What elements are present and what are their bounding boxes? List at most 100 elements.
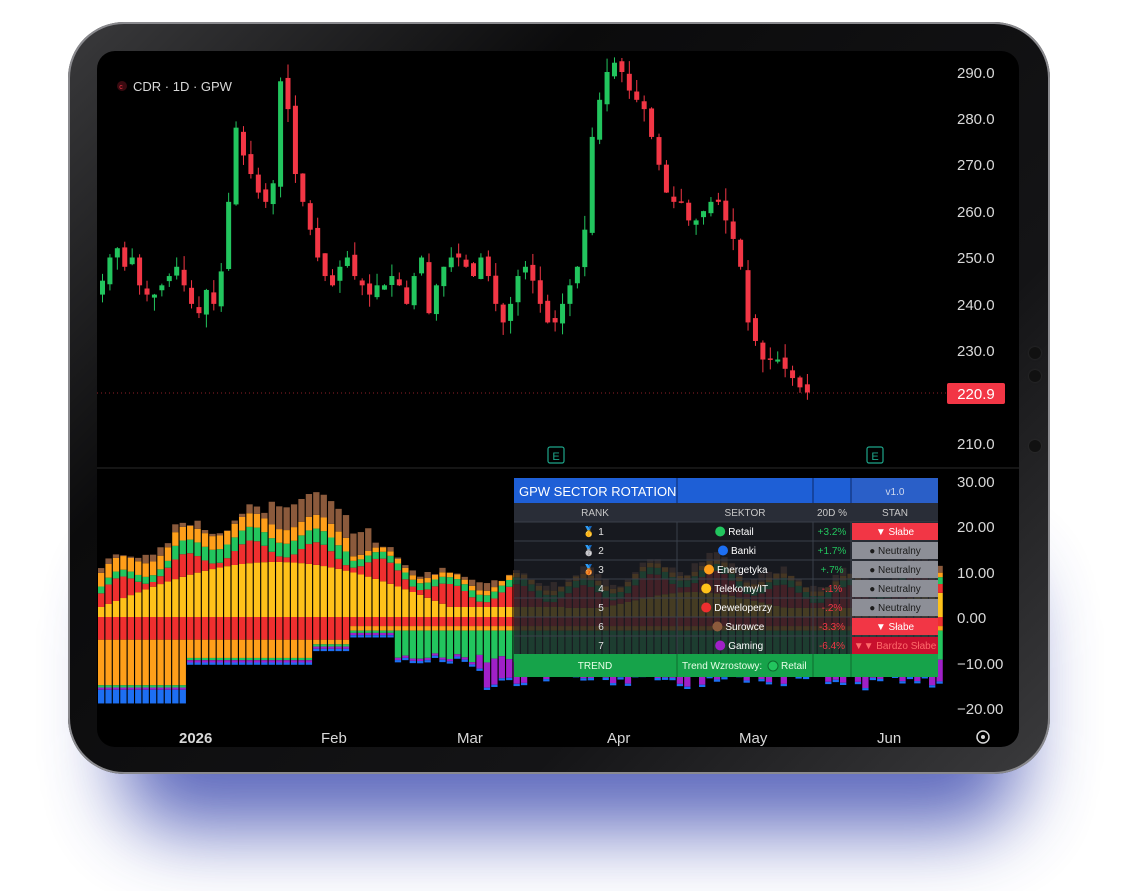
time-axis[interactable]: 2026 Feb Mar Apr May Jun <box>179 730 901 747</box>
sector-rotation-table[interactable]: GPW SECTOR ROTATION v1.0 RANK SEKTOR 20D… <box>514 478 938 677</box>
earnings-marker[interactable]: E <box>547 446 565 464</box>
candle[interactable] <box>456 243 462 267</box>
candle[interactable] <box>641 95 647 122</box>
candle[interactable] <box>574 266 580 289</box>
candle[interactable] <box>441 266 447 297</box>
candle[interactable] <box>211 280 217 311</box>
candle[interactable] <box>545 294 551 324</box>
candle[interactable] <box>752 314 758 346</box>
table-row[interactable]: 🥉 3 Energetyka +.7% ● Neutralny <box>514 559 938 579</box>
candle[interactable] <box>166 273 172 287</box>
candle[interactable] <box>775 351 781 364</box>
candle[interactable] <box>485 250 491 282</box>
table-row[interactable]: 7 Gaming -6.4% ▼▼ Bardzo Słabe <box>514 635 938 655</box>
table-row[interactable]: 6 Surowce -3.3% ▼ Słabe <box>514 616 938 636</box>
candle[interactable] <box>352 242 358 280</box>
candle[interactable] <box>307 200 313 236</box>
candle[interactable] <box>663 160 669 193</box>
candle[interactable] <box>760 340 766 373</box>
candle[interactable] <box>218 263 224 312</box>
candle[interactable] <box>790 365 796 386</box>
candle[interactable] <box>122 241 128 271</box>
candle[interactable] <box>730 208 736 251</box>
candlestick-series[interactable] <box>100 57 810 400</box>
candle[interactable] <box>493 263 499 312</box>
candle[interactable] <box>396 272 402 287</box>
candle[interactable] <box>419 255 425 276</box>
table-row[interactable]: 🥈 2 Banki +1.7% ● Neutralny <box>514 540 938 560</box>
candle[interactable] <box>389 264 395 297</box>
candle[interactable] <box>560 293 566 335</box>
candle[interactable] <box>738 238 744 270</box>
candle[interactable] <box>189 280 195 309</box>
candle[interactable] <box>233 121 239 206</box>
last-price-badge[interactable]: 220.9 <box>947 383 1005 404</box>
candle[interactable] <box>330 269 336 287</box>
candle[interactable] <box>530 253 536 294</box>
candle[interactable] <box>715 192 721 206</box>
candle[interactable] <box>292 95 298 183</box>
candle[interactable] <box>367 274 373 307</box>
candle[interactable] <box>649 107 655 140</box>
candle[interactable] <box>226 192 232 271</box>
candle[interactable] <box>344 250 350 268</box>
candle[interactable] <box>597 92 603 145</box>
candle[interactable] <box>433 283 439 321</box>
candle[interactable] <box>285 64 291 122</box>
candle[interactable] <box>515 269 521 316</box>
table-row[interactable]: 🥇 1 Retail +3.2% ▼ Słabe <box>514 521 938 541</box>
candle[interactable] <box>404 280 410 305</box>
candle[interactable] <box>522 260 528 280</box>
candle[interactable] <box>337 260 343 293</box>
candle[interactable] <box>478 253 484 280</box>
candle[interactable] <box>656 133 662 171</box>
candle[interactable] <box>278 77 284 198</box>
candle[interactable] <box>240 126 246 165</box>
candle[interactable] <box>181 256 187 292</box>
chart-canvas[interactable]: c CDR · 1D · GPW E E 290.0 280.0 270.0 2… <box>97 51 1019 747</box>
candle[interactable] <box>300 173 306 207</box>
candle[interactable] <box>107 254 113 291</box>
candle[interactable] <box>782 344 788 378</box>
candle[interactable] <box>315 217 321 262</box>
candle[interactable] <box>745 260 751 331</box>
candle[interactable] <box>686 199 692 226</box>
earnings-marker[interactable]: E <box>866 446 884 464</box>
candle[interactable] <box>589 127 595 236</box>
candle[interactable] <box>804 373 810 400</box>
candle[interactable] <box>471 262 476 278</box>
candle[interactable] <box>263 183 269 208</box>
candle[interactable] <box>567 279 573 317</box>
candle[interactable] <box>270 180 276 215</box>
candle[interactable] <box>634 79 640 103</box>
candle[interactable] <box>463 254 469 268</box>
candle[interactable] <box>708 197 714 217</box>
candle[interactable] <box>374 273 380 300</box>
candle[interactable] <box>359 278 365 296</box>
settings-gear-icon[interactable] <box>976 730 990 744</box>
candle[interactable] <box>767 347 773 370</box>
candle[interactable] <box>255 167 261 199</box>
candle[interactable] <box>723 188 729 234</box>
candle[interactable] <box>196 296 202 319</box>
candle[interactable] <box>619 58 625 83</box>
candle[interactable] <box>381 284 387 290</box>
candle[interactable] <box>678 188 684 204</box>
candle[interactable] <box>137 254 143 295</box>
table-row[interactable]: 5 Deweloperzy -.2% ● Neutralny <box>514 597 938 617</box>
candle[interactable] <box>552 310 558 332</box>
candle[interactable] <box>582 215 588 277</box>
candle[interactable] <box>448 247 454 272</box>
candle[interactable] <box>693 218 699 235</box>
candle[interactable] <box>203 288 209 328</box>
candle[interactable] <box>248 140 254 179</box>
candle[interactable] <box>626 61 632 99</box>
candle[interactable] <box>151 293 157 311</box>
candle[interactable] <box>671 186 677 209</box>
candle[interactable] <box>144 280 150 302</box>
candle[interactable] <box>701 210 707 225</box>
candle[interactable] <box>322 253 328 282</box>
candle[interactable] <box>797 375 803 393</box>
candle[interactable] <box>174 257 180 280</box>
candle[interactable] <box>100 273 105 303</box>
